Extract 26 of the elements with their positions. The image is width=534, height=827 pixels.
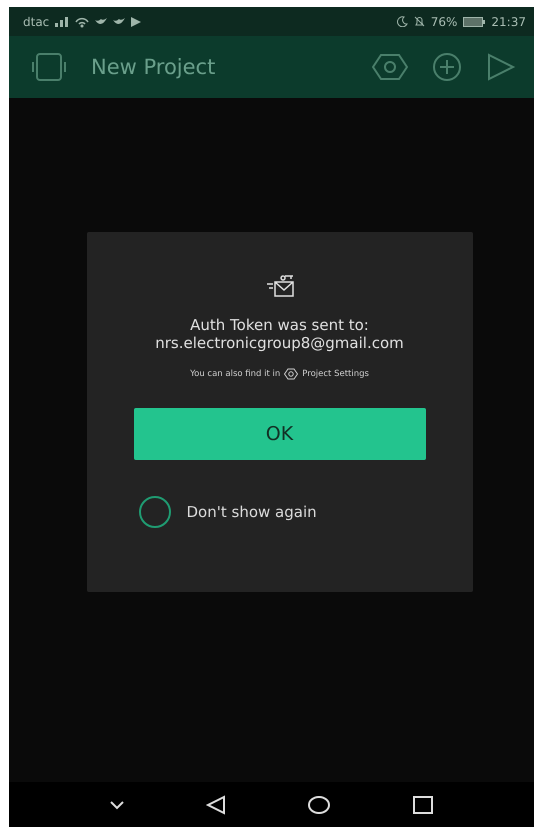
bell-off-icon	[414, 16, 425, 27]
battery-icon	[463, 16, 486, 26]
moon-icon	[396, 16, 408, 27]
play-icon	[131, 16, 142, 26]
email-address: nrs.electronicgroup8@gmail.com	[155, 334, 404, 352]
settings-icon[interactable]	[372, 53, 408, 81]
play-icon[interactable]	[486, 52, 516, 82]
dont-show-label[interactable]: Don't show again	[186, 503, 317, 521]
carrier-name: dtac	[23, 14, 50, 28]
hint-text: You can also find it in	[190, 369, 280, 379]
dont-show-radio[interactable]	[138, 496, 170, 528]
ok-button[interactable]: OK	[134, 408, 426, 460]
project-settings-text: Project Settings	[302, 369, 369, 379]
home-icon[interactable]	[306, 794, 331, 814]
battery-percent: 76%	[430, 14, 458, 28]
signal-icon	[55, 16, 70, 26]
settings-icon	[284, 368, 298, 380]
token-sent-text: Auth Token was sent to:	[190, 316, 369, 334]
clock-time: 21:37	[491, 14, 526, 28]
project-title: New Project	[91, 55, 216, 79]
recents-icon[interactable]	[412, 794, 434, 814]
wifi-icon	[75, 16, 90, 28]
chevron-down-icon[interactable]	[109, 800, 126, 810]
add-icon[interactable]	[432, 52, 462, 82]
device-icon[interactable]	[31, 52, 67, 82]
back-icon[interactable]	[206, 794, 226, 814]
